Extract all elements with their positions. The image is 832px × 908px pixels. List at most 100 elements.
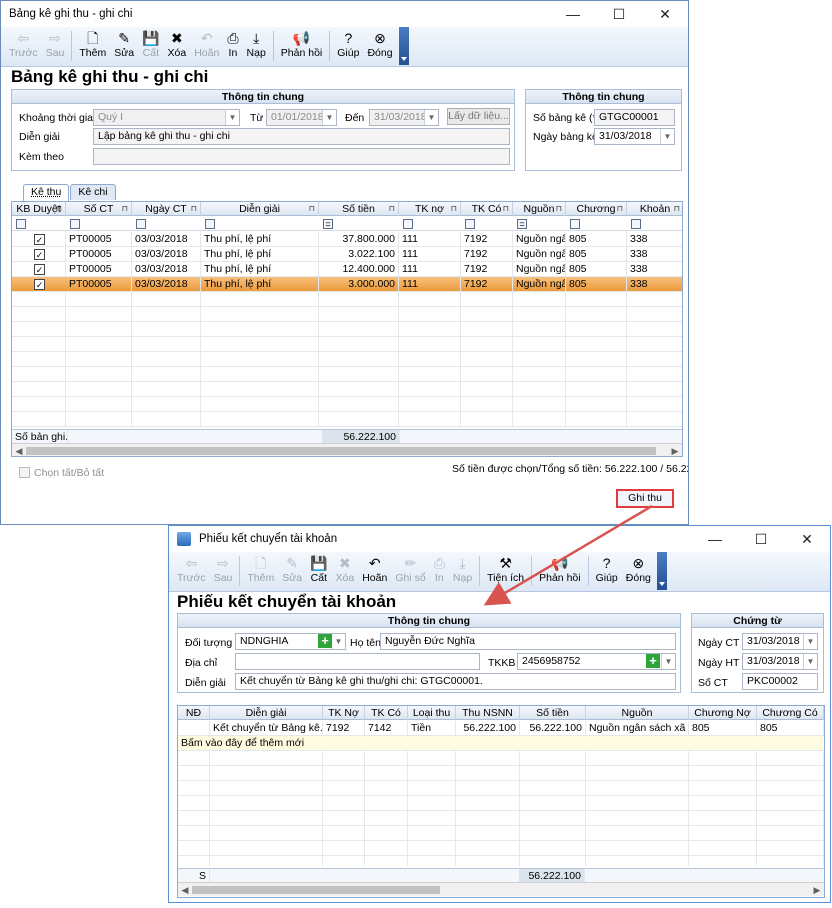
column-header[interactable]: Ngày CT ⊓ [132, 202, 201, 216]
horizontal-scrollbar[interactable]: ◀ ▶ [178, 882, 824, 896]
pin-icon[interactable]: ⊓ [674, 202, 680, 216]
filter-icon[interactable]: = [323, 219, 333, 229]
toolbar-button-close-doc[interactable]: ⊗ Đóng [622, 552, 655, 590]
approve-checkbox[interactable]: ✓ [34, 234, 45, 245]
column-header[interactable]: TK nợ ⊓ [399, 202, 461, 216]
chevron-right-icon[interactable]: ▶ [668, 444, 682, 456]
toolbar-button-undo[interactable]: ↶ Hoãn [190, 27, 223, 65]
pin-icon[interactable]: ⊓ [503, 202, 509, 216]
toolbar-button-delete[interactable]: ✖ Xóa [332, 552, 359, 590]
pin-icon[interactable]: ⊓ [56, 202, 62, 216]
toolbar-button-megaphone[interactable]: 📢 Phản hồi [277, 27, 326, 65]
column-header[interactable]: TK Có [365, 706, 408, 720]
toolbar-button-megaphone[interactable]: 📢 Phản hồi [535, 552, 584, 590]
pin-icon[interactable]: ⊓ [556, 202, 562, 216]
toolbar-button-help[interactable]: ? Giúp [592, 552, 622, 590]
toolbar-button-print[interactable]: ⎙ In [223, 27, 242, 65]
chevron-down-icon[interactable]: ▼ [225, 110, 239, 125]
chevron-left-icon[interactable]: ◀ [12, 444, 26, 456]
approve-checkbox[interactable]: ✓ [34, 279, 45, 290]
filter-icon[interactable] [205, 219, 215, 229]
filter-icon[interactable] [631, 219, 641, 229]
add-new-row[interactable]: Bấm vào đây để thêm mới [178, 736, 824, 751]
toolbar-button-arrow-right[interactable]: ⇨ Sau [42, 27, 69, 65]
ghi-thu-button[interactable]: Ghi thu [616, 489, 674, 508]
chevron-down-icon[interactable]: ▼ [803, 634, 817, 649]
ledger-date-field[interactable]: 31/03/2018 ▼ [594, 128, 675, 145]
pin-icon[interactable]: ⊓ [617, 202, 623, 216]
voucher-number-field[interactable]: PKC00002 [742, 673, 818, 690]
maximize-icon[interactable]: ☐ [596, 1, 642, 27]
tab-ke-thu[interactable]: Kê thu [23, 184, 70, 201]
pin-icon[interactable]: ⊓ [122, 202, 128, 216]
from-date-field[interactable]: 01/01/2018 ▼ [266, 109, 337, 126]
toolbar-button-arrow-left[interactable]: ⇦ Trước [173, 552, 210, 590]
period-select[interactable]: Quý I ▼ [93, 109, 240, 126]
close-icon[interactable]: ✕ [642, 1, 688, 27]
maximize-icon[interactable]: ☐ [738, 526, 784, 552]
pin-icon[interactable]: ⊓ [389, 202, 395, 216]
column-header[interactable]: Chương ⊓ [566, 202, 627, 216]
table-row[interactable] [12, 337, 682, 352]
column-header[interactable]: Khoản ⊓ [627, 202, 682, 216]
toolbar-button-edit[interactable]: ✎ Sửa [110, 27, 138, 65]
column-header[interactable]: Nguồn [586, 706, 689, 720]
name-field[interactable]: Nguyễn Đức Nghĩa [380, 633, 676, 650]
column-header[interactable]: TK Nợ [323, 706, 365, 720]
toolbar-button-help[interactable]: ? Giúp [333, 27, 363, 65]
column-header[interactable]: Thu NSNN [456, 706, 520, 720]
table-row[interactable] [178, 781, 824, 796]
close-icon[interactable]: ✕ [784, 526, 830, 552]
toolbar-button-tools[interactable]: ⚒ Tiện ích [483, 552, 528, 590]
filter-icon[interactable] [136, 219, 146, 229]
chevron-down-icon[interactable]: ▼ [424, 110, 438, 125]
toolbar-overflow-icon[interactable] [398, 27, 409, 65]
column-header[interactable]: Loại thu [408, 706, 456, 720]
table-row[interactable] [12, 352, 682, 367]
chevron-left-icon[interactable]: ◀ [178, 883, 192, 897]
toolbar-button-save[interactable]: 💾 Cất [306, 552, 331, 590]
table-row[interactable] [12, 397, 682, 412]
toolbar-button-new-doc[interactable]: 🗋 Thêm [75, 27, 110, 65]
ledger-number-field[interactable]: GTGC00001 [594, 109, 675, 126]
table-row[interactable] [12, 292, 682, 307]
toolbar-button-undo[interactable]: ↶ Hoãn [358, 552, 391, 590]
scroll-thumb[interactable] [192, 886, 440, 894]
posting-date-field[interactable]: 31/03/2018 ▼ [742, 653, 818, 670]
column-header[interactable]: Số tiền [520, 706, 586, 720]
add-object-icon[interactable]: + [318, 634, 332, 648]
toolbar-overflow-icon[interactable] [656, 552, 667, 590]
filter-icon[interactable] [570, 219, 580, 229]
toolbar-button-close-doc[interactable]: ⊗ Đóng [363, 27, 396, 65]
table-row[interactable] [178, 796, 824, 811]
table-row[interactable]: ✓ PT00005 03/03/2018 Thu phí, lệ phí 37.800.… [12, 232, 682, 247]
pin-icon[interactable]: ⊓ [451, 202, 457, 216]
column-header[interactable]: Số CT ⊓ [66, 202, 132, 216]
address-field[interactable] [235, 653, 480, 670]
toolbar-button-arrow-right[interactable]: ⇨ Sau [210, 552, 237, 590]
chevron-down-icon[interactable]: ▼ [331, 634, 345, 649]
column-header[interactable]: TK Có ⊓ [461, 202, 513, 216]
pin-icon[interactable]: ⊓ [191, 202, 197, 216]
table-row[interactable] [178, 766, 824, 781]
table-row[interactable]: ✓ PT00005 03/03/2018 Thu phí, lệ phí 12.400.… [12, 262, 682, 277]
chevron-down-icon[interactable]: ▼ [660, 129, 674, 144]
table-row[interactable] [12, 367, 682, 382]
table-row[interactable] [12, 382, 682, 397]
table-row[interactable] [12, 322, 682, 337]
toolbar-button-delete[interactable]: ✖ Xóa [164, 27, 191, 65]
column-header[interactable]: Số tiền ⊓ [319, 202, 399, 216]
filter-icon[interactable] [465, 219, 475, 229]
filter-icon[interactable] [16, 219, 26, 229]
chevron-right-icon[interactable]: ▶ [810, 883, 824, 897]
attachment-field[interactable] [93, 148, 510, 165]
description-field[interactable]: Kết chuyển từ Bảng kê ghi thu/ghi chi: G… [235, 673, 676, 690]
table-row[interactable]: ✓ PT00005 03/03/2018 Thu phí, lệ phí 3.000.0… [12, 277, 682, 292]
chevron-down-icon[interactable]: ▼ [322, 110, 336, 125]
column-header[interactable]: KB Duyệt ⊓ [12, 202, 66, 216]
table-row[interactable] [12, 307, 682, 322]
minimize-icon[interactable]: — [550, 1, 596, 27]
filter-icon[interactable] [403, 219, 413, 229]
approve-checkbox[interactable]: ✓ [34, 249, 45, 260]
toolbar-button-pencil[interactable]: ✏ Ghi sổ [391, 552, 429, 590]
